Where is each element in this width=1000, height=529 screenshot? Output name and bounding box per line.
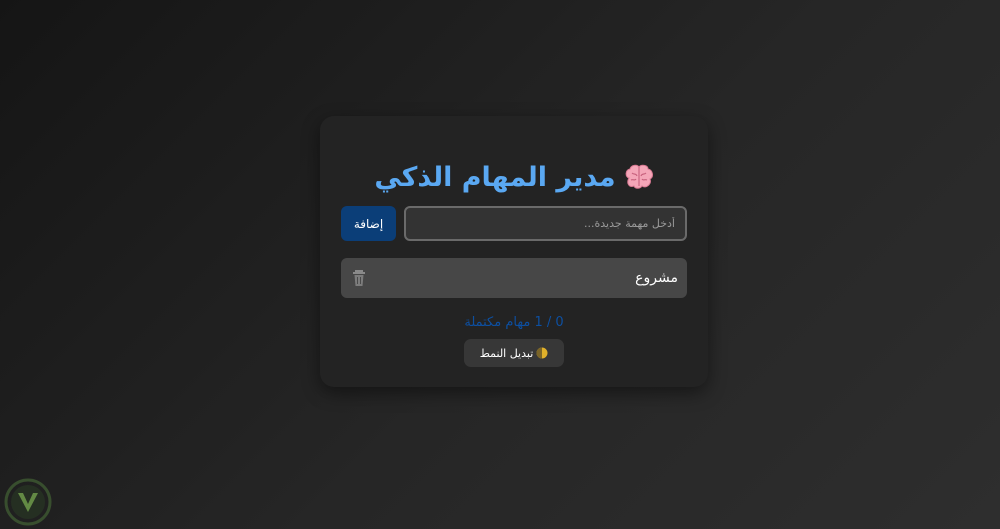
watermark-logo-icon (4, 478, 52, 526)
toggle-theme-label: تبديل النمط (479, 346, 534, 360)
add-button[interactable]: إضافة (341, 206, 396, 241)
task-input[interactable] (404, 206, 687, 241)
add-task-row: إضافة (341, 206, 687, 241)
progress-text: 0 / 1 مهام مكتملة (464, 315, 564, 330)
trash-icon[interactable] (351, 269, 367, 287)
task-manager-card: مدير المهام الذكي إضافة مشروع 0 / 1 مهام… (320, 116, 708, 387)
task-text: مشروع (635, 270, 678, 286)
toggle-theme-button[interactable]: تبديل النمط (464, 339, 564, 367)
page-title: مدير المهام الذكي (320, 158, 708, 198)
moon-icon (536, 347, 548, 359)
brain-icon (624, 162, 654, 189)
task-item[interactable]: مشروع (341, 258, 687, 298)
page-title-text: مدير المهام الذكي (374, 162, 616, 193)
